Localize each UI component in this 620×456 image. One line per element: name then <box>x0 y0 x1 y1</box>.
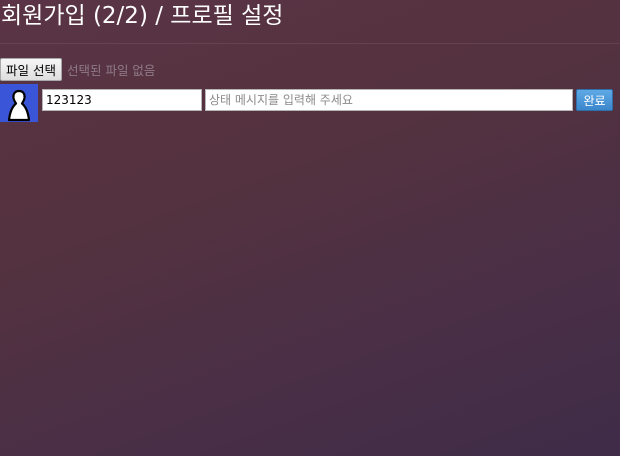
page-title: 회원가입 (2/2) / 프로필 설정 <box>1 3 284 29</box>
complete-button[interactable]: 완료 <box>576 89 613 111</box>
file-picker: 파일 선택 선택된 파일 없음 <box>0 57 155 81</box>
choose-file-button[interactable]: 파일 선택 <box>0 57 62 81</box>
file-status-text: 선택된 파일 없음 <box>66 62 156 78</box>
avatar[interactable] <box>0 84 38 122</box>
nickname-input[interactable] <box>42 89 202 111</box>
user-silhouette-icon <box>7 89 31 122</box>
profile-form-row: 완료 <box>0 84 620 122</box>
status-message-input[interactable] <box>205 89 573 111</box>
title-divider <box>0 43 620 44</box>
